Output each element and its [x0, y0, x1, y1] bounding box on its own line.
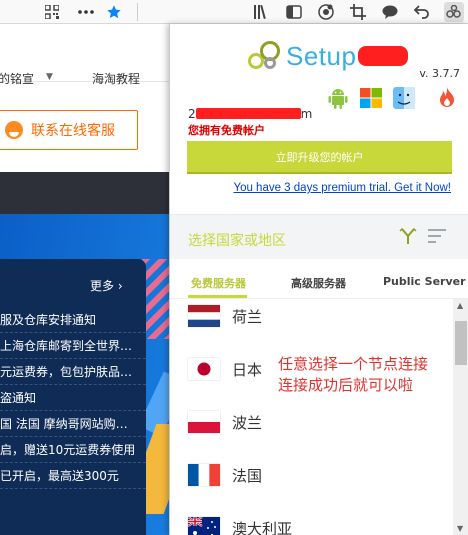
chevron-down-icon[interactable]: ▼	[46, 72, 53, 82]
extension-icon[interactable]	[444, 2, 464, 22]
flag-nl-icon	[188, 305, 220, 327]
news-list: 服及仓库安排通知 上海仓库邮寄到全世界… 元运费券，包包护肤品… 盗通知国 法国 摩纳…	[0, 307, 146, 489]
active-tab-indicator	[188, 295, 247, 298]
flag-fr-icon	[188, 464, 220, 486]
toolbar-separator	[137, 3, 138, 21]
server-row-fr[interactable]: 法国	[188, 455, 262, 495]
server-name: 澳大利亚	[232, 519, 293, 535]
browser-toolbar	[0, 0, 468, 24]
redacted-mark	[358, 46, 409, 66]
star-icon[interactable]	[104, 2, 124, 22]
tab-premium-servers[interactable]: 高级服务器	[291, 275, 346, 291]
news-item[interactable]: 上海仓库邮寄到全世界…	[0, 333, 146, 359]
server-row-au[interactable]: 澳大利亚	[188, 508, 292, 535]
platform-icons	[326, 86, 459, 110]
tab-free-servers[interactable]: 免费服务器	[191, 275, 246, 291]
tab-public-server[interactable]: Public Server	[383, 275, 466, 288]
nav-item-mingxuan[interactable]: 的铭宣	[0, 70, 34, 87]
premium-trial-link[interactable]: You have 3 days premium trial. Get it No…	[233, 182, 451, 194]
flame-icon[interactable]	[435, 86, 459, 110]
server-row-jp[interactable]: 日本	[188, 349, 262, 389]
server-name: 法国	[232, 466, 263, 485]
support-button[interactable]: 联系在线客服	[0, 110, 138, 150]
scroll-down-icon[interactable]: ▼	[457, 524, 463, 533]
scrollbar-thumb[interactable]	[455, 321, 467, 365]
server-list: 荷兰日本波兰法国澳大利亚	[170, 299, 453, 535]
library-icon[interactable]	[252, 2, 272, 22]
redacted-email	[195, 108, 301, 119]
server-list-scrollbar[interactable]: ▲ ▼	[453, 299, 468, 535]
nav-item-haitao-guide[interactable]: 海淘教程	[92, 70, 140, 87]
flag-pl-icon	[188, 411, 220, 433]
server-row-pl[interactable]: 波兰	[188, 402, 262, 442]
news-item[interactable]: 盗通知	[0, 385, 146, 411]
flag-jp-icon	[188, 358, 220, 380]
logo-text: Setup	[286, 40, 357, 71]
undo-icon[interactable]	[412, 2, 432, 22]
news-item[interactable]: 服及仓库安排通知	[0, 307, 146, 333]
windows-icon[interactable]	[359, 86, 383, 110]
server-name: 日本	[232, 360, 263, 379]
news-item[interactable]: 启，赠送10元运费券使用	[0, 437, 146, 463]
site-nav: 的铭宣 ▼ 海淘教程	[0, 34, 170, 86]
server-tabs: 免费服务器 高级服务器 Public Server	[170, 259, 468, 299]
chat-icon[interactable]	[380, 2, 400, 22]
sort-icon[interactable]	[428, 229, 446, 243]
server-row-nl[interactable]: 荷兰	[188, 299, 262, 336]
news-item[interactable]: 国 法国 摩纳哥网站购…	[0, 411, 146, 437]
instruction-annotation: 任意选择一个节点连接 连接成功后就可以啦	[278, 355, 429, 394]
vpn-extension-popup: Setup v. 3.7.7 2m 您拥有免费帐户 立即升级您的帐户 You h…	[169, 24, 468, 535]
upgrade-account-button[interactable]: 立即升级您的帐户	[187, 141, 452, 174]
qr-code-icon[interactable]	[42, 2, 62, 22]
news-item[interactable]: 元运费券，包包护肤品…	[0, 359, 146, 385]
support-button-label: 联系在线客服	[31, 123, 115, 139]
account-icon[interactable]	[316, 2, 336, 22]
sidebar-icon[interactable]	[284, 2, 304, 22]
qq-icon	[5, 121, 23, 139]
logo-mark-icon	[246, 39, 286, 73]
region-selector-label: 选择国家或地区	[188, 233, 286, 249]
scroll-up-icon[interactable]: ▲	[457, 301, 463, 310]
more-icon[interactable]	[76, 2, 96, 22]
server-name: 荷兰	[232, 307, 263, 326]
crop-icon[interactable]	[348, 2, 368, 22]
account-email: 2m	[188, 107, 313, 121]
server-name: 波兰	[232, 413, 263, 432]
mac-finder-icon[interactable]	[392, 86, 416, 110]
account-status: 您拥有免费帐户	[188, 124, 265, 137]
news-panel: 更多 › 服及仓库安排通知 上海仓库邮寄到全世界… 元运费券，包包护肤品… 盗通知国 …	[0, 259, 146, 535]
news-more-link[interactable]: 更多 ›	[90, 277, 123, 294]
app-logo: Setup	[246, 36, 409, 76]
region-selector[interactable]: 选择国家或地区	[170, 215, 468, 259]
android-icon[interactable]	[326, 86, 350, 110]
news-item[interactable]: 已开启，最高送300元	[0, 463, 146, 489]
split-tunnel-icon[interactable]	[399, 227, 417, 250]
flag-au-icon	[188, 517, 220, 535]
version-label: v. 3.7.7	[419, 67, 460, 80]
